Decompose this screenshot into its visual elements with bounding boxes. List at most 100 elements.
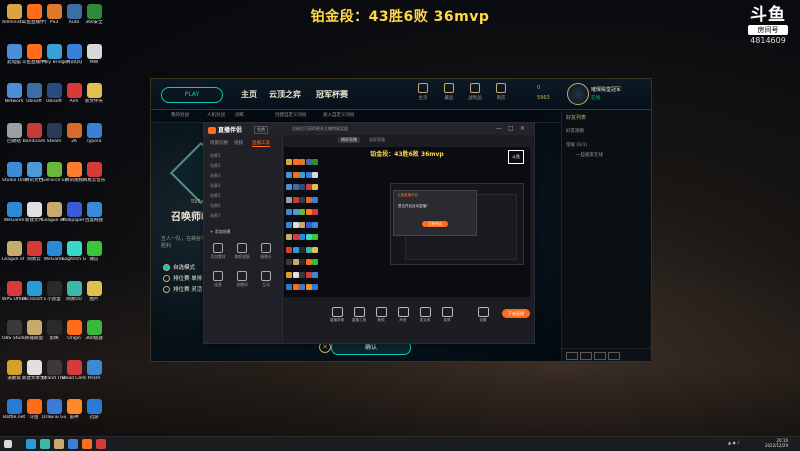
room-tool[interactable]: 直播间 <box>232 271 252 288</box>
beauty-control[interactable]: 美颜 <box>372 307 390 323</box>
desktop-icon[interactable]: 微信 <box>82 241 106 262</box>
minimize-button[interactable]: — <box>496 125 502 132</box>
beauty-tool[interactable]: 美颜滤镜 <box>232 243 252 260</box>
loot-icon[interactable]: 战利品 <box>465 83 485 101</box>
desktop-icon[interactable]: 360安全 <box>82 4 106 25</box>
home-icon[interactable]: 主页 <box>413 83 433 101</box>
desktop-icon[interactable]: Prism <box>82 359 106 381</box>
maximize-button[interactable]: □ <box>508 125 514 132</box>
tab-tools[interactable]: 直播工具 <box>252 140 270 147</box>
add-source-tool[interactable]: 添加素材 <box>208 243 228 260</box>
stream-preview[interactable]: 铂金段：43胜6败 36mvp 斗鱼 斗鱼直播伴侣 是否开启自动直播? 立即开启 <box>284 147 530 297</box>
friend-entry[interactable]: 一些朋友在线 <box>576 152 603 158</box>
interact-tool[interactable]: 互动 <box>256 271 276 288</box>
subnav-coop[interactable]: 人机对战 <box>207 112 225 118</box>
co-stream-tool[interactable]: 连麦 <box>208 271 228 288</box>
tab-video[interactable]: 视频 <box>234 140 243 146</box>
lol-taskbar-icon[interactable] <box>54 439 64 449</box>
queue-ranked-solo[interactable]: 排位赛 单排 <box>163 274 202 282</box>
subnav-training[interactable]: 训练 <box>235 112 244 118</box>
douyu-taskbar-icon[interactable] <box>82 439 92 449</box>
summoner-profile[interactable]: 璀璨殿堂冠军 在线 <box>567 83 651 105</box>
queue-ranked-flex[interactable]: 排位赛 灵活 <box>163 285 202 293</box>
desktop-icon[interactable]: 新文件夹 <box>82 83 106 104</box>
audio-control[interactable]: 声音 <box>394 307 412 323</box>
app-icon <box>46 162 62 177</box>
camera-tool[interactable]: 摄像头 <box>256 243 276 260</box>
preview-title: 铂金段：43胜6败 36mvp <box>370 151 444 158</box>
preview-icon <box>292 184 299 190</box>
folder-icon[interactable] <box>594 352 606 360</box>
queue-draft[interactable]: 自选模式 <box>163 263 195 271</box>
app-notice[interactable]: 注册后可获得更多主播特权奖励 <box>292 126 348 132</box>
app-icon <box>26 320 42 335</box>
start-live-button[interactable]: 开始直播 <box>502 309 530 318</box>
preview-icon <box>299 221 305 228</box>
friends-section[interactable]: 好友观察 <box>566 128 584 134</box>
tab-scenes[interactable]: 场景切换 <box>210 140 228 146</box>
dialog-confirm-button[interactable]: 立即开启 <box>422 221 448 227</box>
app-taskbar-icon[interactable] <box>40 439 50 449</box>
scene-item[interactable]: 场景3 <box>210 173 221 179</box>
mic-control[interactable]: 麦克风 <box>416 307 434 323</box>
app-icon <box>46 241 62 256</box>
app-icon <box>66 399 82 414</box>
app-taskbar-icon[interactable] <box>96 439 106 449</box>
nav-tft[interactable]: 云顶之弈 <box>269 89 301 100</box>
preview-icon <box>299 171 305 178</box>
avatar[interactable] <box>567 83 589 105</box>
desktop-icon-label: Prism <box>87 375 101 381</box>
desktop-icon[interactable]: 百度网盘 <box>82 201 106 223</box>
douyu-streamer-window[interactable]: 直播伴侣 免费 注册后可获得更多主播特权奖励 — □ ✕ 场景切换 视频 直播工… <box>203 122 535 344</box>
app-icon <box>26 359 42 375</box>
nav-clash[interactable]: 冠军杯赛 <box>316 89 348 100</box>
portrait-tab[interactable]: 竖屏直播 <box>366 137 388 143</box>
start-icon[interactable] <box>4 440 12 448</box>
preview-icon <box>292 221 299 228</box>
chat-icon[interactable] <box>566 352 578 360</box>
collection-icon[interactable]: 藏品 <box>439 83 459 101</box>
desktop-icon[interactable]: 网易云音乐 <box>82 162 106 183</box>
preview-icon <box>292 284 299 290</box>
be-balance: 5963 <box>537 95 550 101</box>
tray-icons[interactable]: ▲ ◉ ♪ <box>728 440 740 445</box>
subnav-join-custom[interactable]: 加入自定义对局 <box>323 112 355 118</box>
live-tools-control[interactable]: 直播工具 <box>350 307 368 323</box>
desktop-icon[interactable]: 图片 <box>82 280 106 302</box>
desktop-icon[interactable]: Typora <box>82 122 106 144</box>
desktop-icon[interactable]: 迅游 <box>82 399 106 420</box>
desktop-icon[interactable]: MW <box>82 43 106 65</box>
add-scene-button[interactable]: + 添加场景 <box>210 229 231 235</box>
play-button[interactable]: PLAY <box>161 87 223 103</box>
friends-toolbar <box>562 348 651 361</box>
preview-icon <box>299 184 305 190</box>
rp-balance: 0 <box>537 85 541 91</box>
screen-record-control[interactable]: 录屏 <box>438 307 456 323</box>
wegame-taskbar-icon[interactable] <box>68 439 78 449</box>
scene-item[interactable]: 场景5 <box>210 193 221 199</box>
app-icon <box>46 4 62 19</box>
add-friend-icon[interactable] <box>580 352 592 360</box>
clock[interactable]: 20:10 2022/12/29 <box>765 438 788 448</box>
scene-item[interactable]: 场景7 <box>210 213 221 219</box>
friends-group[interactable]: 常规 (0/1) <box>566 142 587 148</box>
scene-item[interactable]: 场景2 <box>210 163 221 169</box>
subnav-create-custom[interactable]: 创建自定义对局 <box>275 112 307 118</box>
landscape-tab[interactable]: 横屏直播 <box>338 137 360 143</box>
app-icon <box>26 399 42 414</box>
store-icon[interactable]: 商店 <box>491 83 511 101</box>
settings-control[interactable]: 设置 <box>474 307 492 323</box>
subnav-my-matches[interactable]: 我的对战 <box>171 112 189 118</box>
edge-taskbar-icon[interactable] <box>26 439 36 449</box>
desktop-icon[interactable]: 360极速 <box>82 320 106 341</box>
scene-item[interactable]: 场景4 <box>210 183 221 189</box>
list-icon[interactable] <box>608 352 620 360</box>
scene-item[interactable]: 场景1 <box>210 153 221 159</box>
scene-item[interactable]: 场景6 <box>210 203 221 209</box>
lol-top-bar: PLAY 主页 云顶之弈 冠军杯赛 主页 藏品 战利品 商店 0 5963 璀璨… <box>151 79 651 110</box>
app-icon <box>46 280 62 296</box>
app-icon <box>46 43 62 59</box>
nav-home[interactable]: 主页 <box>241 89 257 100</box>
close-button[interactable]: ✕ <box>520 125 525 132</box>
record-control[interactable]: 直播录像 <box>328 307 346 323</box>
